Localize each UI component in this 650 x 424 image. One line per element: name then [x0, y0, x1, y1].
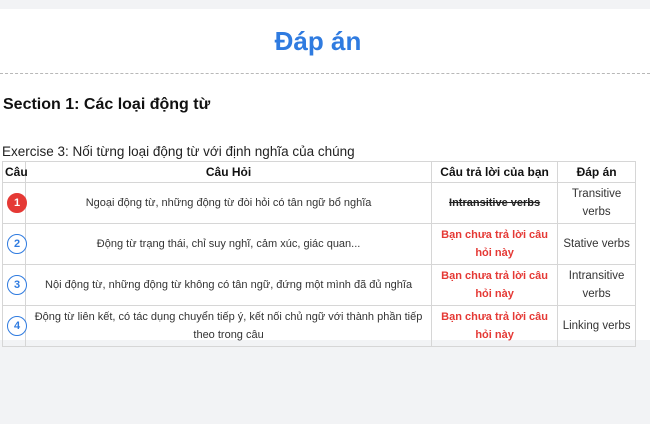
header-question: Câu Hỏi: [25, 161, 432, 183]
question-number-badge[interactable]: 3: [7, 275, 27, 295]
your-answer: Bạn chưa trả lời câu hỏi này: [430, 305, 559, 347]
question-text: Nội động từ, những động từ không có tân …: [25, 264, 432, 306]
question-text: Ngoại động từ, những động từ đòi hỏi có …: [25, 182, 432, 224]
header-answer: Đáp án: [557, 161, 636, 183]
unanswered-text: Bạn chưa trả lời câu hỏi này: [441, 270, 549, 300]
divider: [0, 73, 650, 74]
correct-answer: Transitive verbs: [557, 182, 636, 224]
unanswered-text: Bạn chưa trả lời câu hỏi này: [441, 311, 549, 341]
question-text: Động từ liên kết, có tác dụng chuyển tiế…: [25, 305, 432, 347]
question-number-badge[interactable]: 4: [7, 316, 27, 336]
table-row: 3 Nội động từ, những động từ không có tâ…: [1, 264, 636, 306]
table-row: 2 Động từ trạng thái, chỉ suy nghĩ, cảm …: [1, 223, 636, 265]
question-text: Động từ trạng thái, chỉ suy nghĩ, cảm xú…: [25, 223, 432, 265]
your-answer: Bạn chưa trả lời câu hỏi này: [430, 223, 559, 265]
exercise-title: Exercise 3: Nối từng loại động từ với đị…: [2, 144, 355, 159]
table-row: 4 Động từ liên kết, có tác dụng chuyển t…: [1, 305, 636, 347]
question-number-badge[interactable]: 2: [7, 234, 27, 254]
answers-table: Câu Câu Hỏi Câu trả lời của bạn Đáp án 1…: [1, 161, 636, 347]
correct-answer: Linking verbs: [557, 305, 636, 347]
page-title: Đáp án: [274, 26, 362, 56]
your-answer: Intransitive verbs: [430, 182, 559, 224]
correct-answer: Intransitive verbs: [557, 264, 636, 306]
header-num: Câu: [1, 161, 28, 183]
table-header-row: Câu Câu Hỏi Câu trả lời của bạn Đáp án: [1, 161, 636, 183]
header-your-answer: Câu trả lời của bạn: [430, 161, 559, 183]
wrong-answer-text: Intransitive verbs: [449, 197, 541, 209]
question-number-badge[interactable]: 1: [7, 193, 27, 213]
section-title: Section 1: Các loại động từ: [3, 96, 211, 113]
top-bar: [0, 0, 650, 9]
answer-panel: Đáp án Section 1: Các loại động từ Exerc…: [0, 9, 650, 347]
your-answer: Bạn chưa trả lời câu hỏi này: [430, 264, 559, 306]
unanswered-text: Bạn chưa trả lời câu hỏi này: [441, 229, 549, 259]
correct-answer: Stative verbs: [557, 223, 636, 265]
table-row: 1 Ngoại động từ, những động từ đòi hỏi c…: [1, 182, 636, 224]
